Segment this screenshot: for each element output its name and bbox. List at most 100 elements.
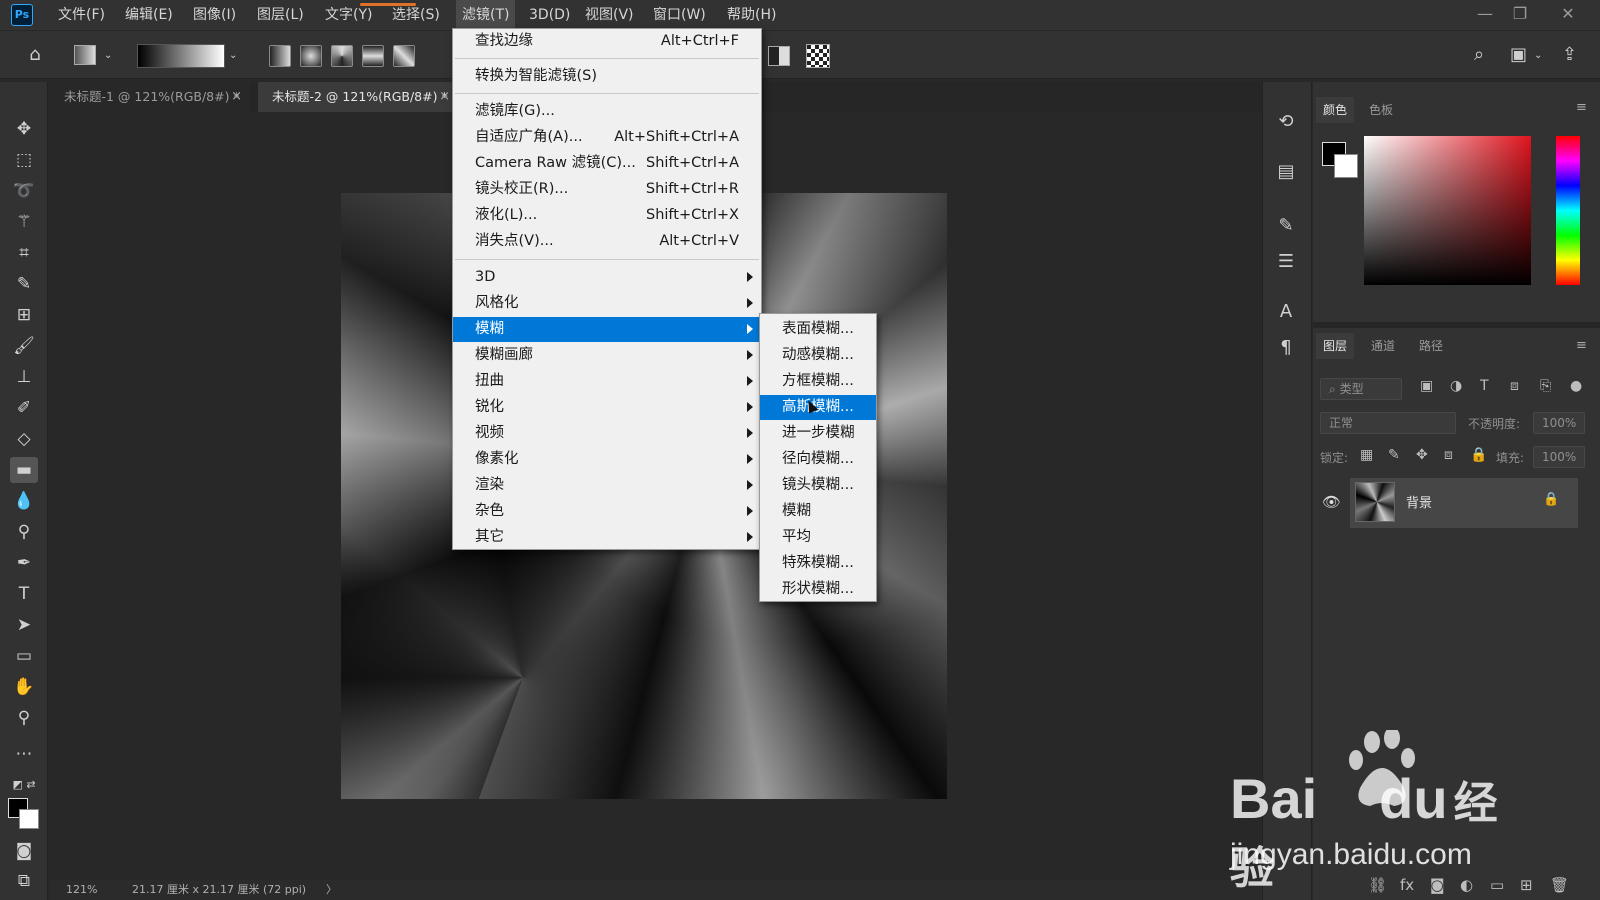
magic-wand-tool-icon[interactable]: ⚚: [10, 209, 38, 235]
brush-tool-icon[interactable]: 🖌: [10, 333, 38, 359]
blur-tool-icon[interactable]: 💧: [10, 488, 38, 514]
panel-menu-icon[interactable]: ≡: [1576, 100, 1587, 115]
color-picker-field[interactable]: [1364, 136, 1531, 285]
layer-mask-icon[interactable]: ◙: [1430, 876, 1445, 894]
share-icon[interactable]: ⇪: [1562, 44, 1577, 65]
marquee-tool-icon[interactable]: ⬚: [10, 147, 38, 173]
menu-view[interactable]: 视图(V): [583, 0, 636, 30]
reverse-icon[interactable]: [768, 46, 790, 66]
screen-mode-icon[interactable]: ⧉: [10, 868, 38, 894]
filter-toggle-icon[interactable]: ●: [1570, 378, 1582, 394]
menu-item-render[interactable]: 渲染: [453, 473, 761, 498]
history-panel-icon[interactable]: ⟲: [1272, 108, 1300, 136]
tab-layers[interactable]: 图层: [1316, 333, 1355, 359]
lock-all-icon[interactable]: 🔒: [1470, 447, 1487, 463]
type-filter-icon[interactable]: T: [1480, 378, 1489, 394]
layer-name[interactable]: 背景: [1406, 492, 1432, 511]
panel-menu-icon[interactable]: ≡: [1576, 338, 1587, 353]
lock-position-icon[interactable]: ✥: [1416, 447, 1428, 463]
adjustment-filter-icon[interactable]: ◑: [1450, 378, 1462, 394]
menu-item-pixelate[interactable]: 像素化: [453, 447, 761, 472]
shape-filter-icon[interactable]: ⧈: [1510, 378, 1519, 394]
zoom-level[interactable]: 121%: [66, 880, 97, 900]
menu-item-noise[interactable]: 杂色: [453, 499, 761, 524]
tab-swatches[interactable]: 色板: [1362, 97, 1400, 123]
close-icon[interactable]: ×: [231, 82, 242, 112]
eyedropper-tool-icon[interactable]: ✎: [10, 271, 38, 297]
chevron-down-icon[interactable]: ⌄: [229, 50, 237, 61]
menu-file[interactable]: 文件(F): [56, 0, 107, 30]
opacity-field[interactable]: 100%: [1533, 412, 1585, 434]
status-menu-arrow[interactable]: 〉: [326, 880, 337, 900]
link-layers-icon[interactable]: ⛓: [1368, 876, 1387, 894]
menu-item-gaussian-blur[interactable]: 高斯模糊...: [760, 395, 876, 420]
group-folder-icon[interactable]: ▭: [1490, 876, 1504, 894]
angle-gradient-button[interactable]: [331, 45, 353, 67]
restore-button[interactable]: ❐: [1500, 0, 1540, 30]
adjustments-panel-icon[interactable]: ☰: [1272, 248, 1300, 276]
character-panel-icon[interactable]: A: [1272, 298, 1300, 326]
menu-item-lens-blur[interactable]: 镜头模糊...: [760, 473, 876, 498]
move-tool-icon[interactable]: ✥: [10, 116, 38, 142]
workspace-icon[interactable]: ▣: [1510, 44, 1527, 65]
smart-object-filter-icon[interactable]: ⎘: [1540, 378, 1551, 394]
background-color-swatch[interactable]: [19, 809, 39, 829]
tab-document-1[interactable]: 未标题-1 @ 121%(RGB/8#) * ×: [50, 82, 250, 112]
menu-item-other[interactable]: 其它: [453, 525, 761, 550]
lock-transparent-icon[interactable]: ▦: [1360, 447, 1373, 463]
close-button[interactable]: ✕: [1548, 0, 1588, 30]
type-tool-icon[interactable]: T: [10, 581, 38, 607]
menu-item-distort[interactable]: 扭曲: [453, 369, 761, 394]
menu-item-filter-gallery[interactable]: 滤镜库(G)...: [453, 99, 761, 124]
menu-item-blur-gallery[interactable]: 模糊画廊: [453, 343, 761, 368]
menu-item-camera-raw[interactable]: Camera Raw 滤镜(C)... Shift+Ctrl+A: [453, 151, 761, 176]
menu-item-stylize[interactable]: 风格化: [453, 291, 761, 316]
tool-preset-icon[interactable]: [74, 45, 96, 65]
lock-artboard-icon[interactable]: ⧈: [1444, 447, 1453, 463]
menu-image[interactable]: 图像(I): [191, 0, 238, 30]
layer-filter-select[interactable]: ⌕ 类型: [1320, 378, 1402, 400]
menu-type[interactable]: 文字(Y): [323, 0, 374, 30]
eraser-tool-icon[interactable]: ◇: [10, 426, 38, 452]
home-icon[interactable]: ⌂: [22, 44, 48, 65]
menu-item-radial-blur[interactable]: 径向模糊...: [760, 447, 876, 472]
trash-icon[interactable]: 🗑: [1550, 876, 1569, 894]
quick-mask-icon[interactable]: ◙: [10, 838, 38, 864]
chevron-down-icon[interactable]: ⌄: [104, 50, 112, 61]
tab-document-2[interactable]: 未标题-2 @ 121%(RGB/8#) * ×: [258, 82, 458, 112]
menu-item-blur-basic[interactable]: 模糊: [760, 499, 876, 524]
menu-item-lens-correction[interactable]: 镜头校正(R)... Shift+Ctrl+R: [453, 177, 761, 202]
menu-select[interactable]: 选择(S): [390, 0, 442, 30]
menu-item-3d[interactable]: 3D: [453, 265, 761, 290]
menu-layer[interactable]: 图层(L): [255, 0, 306, 30]
rectangle-tool-icon[interactable]: ▭: [10, 643, 38, 669]
diamond-gradient-button[interactable]: [393, 45, 415, 67]
healing-brush-tool-icon[interactable]: ⊞: [10, 302, 38, 328]
swap-colors-icon[interactable]: ◩ ⇄: [4, 772, 44, 798]
color-panel-background-swatch[interactable]: [1334, 154, 1358, 178]
menu-3d[interactable]: 3D(D): [527, 0, 572, 30]
menu-edit[interactable]: 编辑(E): [123, 0, 175, 30]
paragraph-panel-icon[interactable]: ¶: [1272, 334, 1300, 362]
history-brush-tool-icon[interactable]: ✐: [10, 395, 38, 421]
tab-channels[interactable]: 通道: [1364, 333, 1402, 359]
linear-gradient-button[interactable]: [269, 45, 291, 67]
zoom-tool-icon[interactable]: ⚲: [10, 705, 38, 731]
menu-window[interactable]: 窗口(W): [651, 0, 708, 30]
image-filter-icon[interactable]: ▣: [1420, 378, 1433, 394]
menu-item-surface-blur[interactable]: 表面模糊...: [760, 317, 876, 342]
more-tools-icon[interactable]: ⋯: [10, 741, 38, 767]
new-layer-icon[interactable]: ⊞: [1520, 876, 1533, 894]
fx-icon[interactable]: fx: [1400, 876, 1414, 894]
fill-field[interactable]: 100%: [1533, 446, 1585, 468]
reflected-gradient-button[interactable]: [362, 45, 384, 67]
menu-help[interactable]: 帮助(H): [725, 0, 778, 30]
menu-item-motion-blur[interactable]: 动感模糊...: [760, 343, 876, 368]
menu-item-sharpen[interactable]: 锐化: [453, 395, 761, 420]
menu-item-blur[interactable]: 模糊: [453, 317, 761, 342]
hand-tool-icon[interactable]: ✋: [10, 674, 38, 700]
libraries-panel-icon[interactable]: ▤: [1272, 158, 1300, 186]
menu-filter[interactable]: 滤镜(T): [456, 0, 516, 30]
lock-image-icon[interactable]: ✎: [1388, 447, 1400, 463]
chevron-down-icon[interactable]: ⌄: [1534, 50, 1542, 61]
